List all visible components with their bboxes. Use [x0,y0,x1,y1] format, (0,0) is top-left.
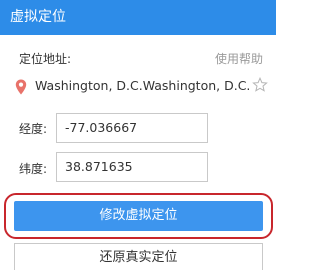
longitude-input[interactable]: -77.036667 [56,113,208,143]
virtual-location-panel: 虚拟定位 定位地址: 使用帮助 Washington, D.C.Washingt… [0,0,276,270]
location-label-row: 定位地址: 使用帮助 [19,50,269,68]
location-address-label: 定位地址: [19,52,72,66]
latitude-input[interactable]: 38.871635 [56,152,208,182]
modify-virtual-location-button[interactable]: 修改虚拟定位 [14,201,263,231]
current-address-row: Washington, D.C.Washington, D.C. [15,77,270,97]
latitude-label: 纬度: [19,162,48,176]
current-address: Washington, D.C.Washington, D.C. [35,78,251,93]
help-link[interactable]: 使用帮助 [215,50,263,67]
location-pin-icon [15,79,27,95]
longitude-label: 经度: [19,122,48,136]
restore-real-location-button[interactable]: 还原真实定位 [14,243,263,270]
panel-title: 虚拟定位 [10,9,66,25]
favorite-star-icon[interactable] [252,77,268,93]
panel-header: 虚拟定位 [0,0,276,35]
